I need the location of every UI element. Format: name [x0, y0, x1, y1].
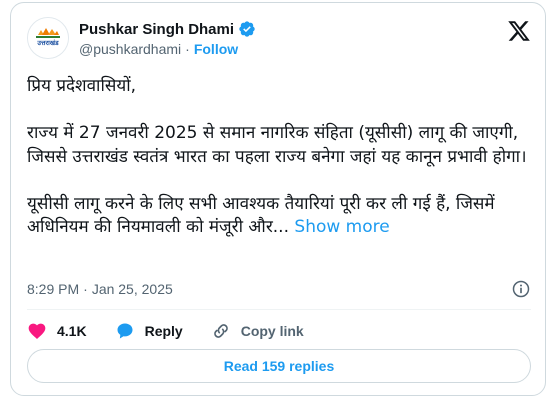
separator-dot: ·: [185, 41, 190, 57]
info-icon[interactable]: [511, 279, 531, 299]
copy-link-button[interactable]: Copy link: [211, 321, 304, 341]
reply-label: Reply: [144, 323, 183, 339]
reply-button[interactable]: Reply: [115, 321, 183, 341]
tweet-header: उत्तराखंड Pushkar Singh Dhami @pushkardh…: [27, 17, 531, 61]
avatar-text: उत्तराखंड: [36, 39, 59, 47]
divider: [27, 309, 531, 310]
display-name[interactable]: Pushkar Singh Dhami: [79, 21, 234, 38]
tweet-time[interactable]: 8:29 PM: [27, 281, 79, 297]
show-more-link[interactable]: Show more: [294, 217, 389, 237]
tweet-paragraph-2: राज्य में 27 जनवरी 2025 से समान नागरिक स…: [27, 123, 527, 167]
copy-link-label: Copy link: [240, 323, 304, 339]
tweet-paragraph-3: यूसीसी लागू करने के लिए सभी आवश्यक तैयार…: [27, 193, 500, 238]
tweet-line-greeting: प्रिय प्रदेशवासियों,: [27, 76, 137, 96]
separator-dot: ·: [83, 281, 88, 297]
read-replies-button[interactable]: Read 159 replies: [27, 349, 531, 383]
avatar[interactable]: उत्तराखंड: [27, 17, 69, 59]
action-bar: 4.1K Reply Copy link: [27, 319, 531, 343]
x-logo-icon[interactable]: [507, 19, 531, 43]
tweet-text: प्रिय प्रदेशवासियों, राज्य में 27 जनवरी …: [27, 75, 533, 240]
like-button[interactable]: 4.1K: [27, 321, 87, 341]
avatar-logo-icon: उत्तराखंड: [28, 18, 68, 58]
tweet-card: उत्तराखंड Pushkar Singh Dhami @pushkardh…: [10, 2, 546, 396]
tweet-meta: 8:29 PM · Jan 25, 2025: [27, 279, 531, 299]
follow-button[interactable]: Follow: [194, 41, 238, 57]
handle[interactable]: @pushkardhami: [79, 41, 181, 57]
name-line: Pushkar Singh Dhami: [79, 20, 256, 38]
handle-line: @pushkardhami · Follow: [79, 41, 238, 57]
like-count: 4.1K: [57, 323, 87, 339]
verified-badge-icon: [239, 21, 255, 37]
heart-icon: [28, 323, 46, 339]
tweet-date[interactable]: Jan 25, 2025: [92, 281, 173, 297]
reply-bubble-icon: [117, 323, 133, 339]
read-replies-label: Read 159 replies: [223, 358, 335, 374]
link-icon: [213, 324, 228, 338]
